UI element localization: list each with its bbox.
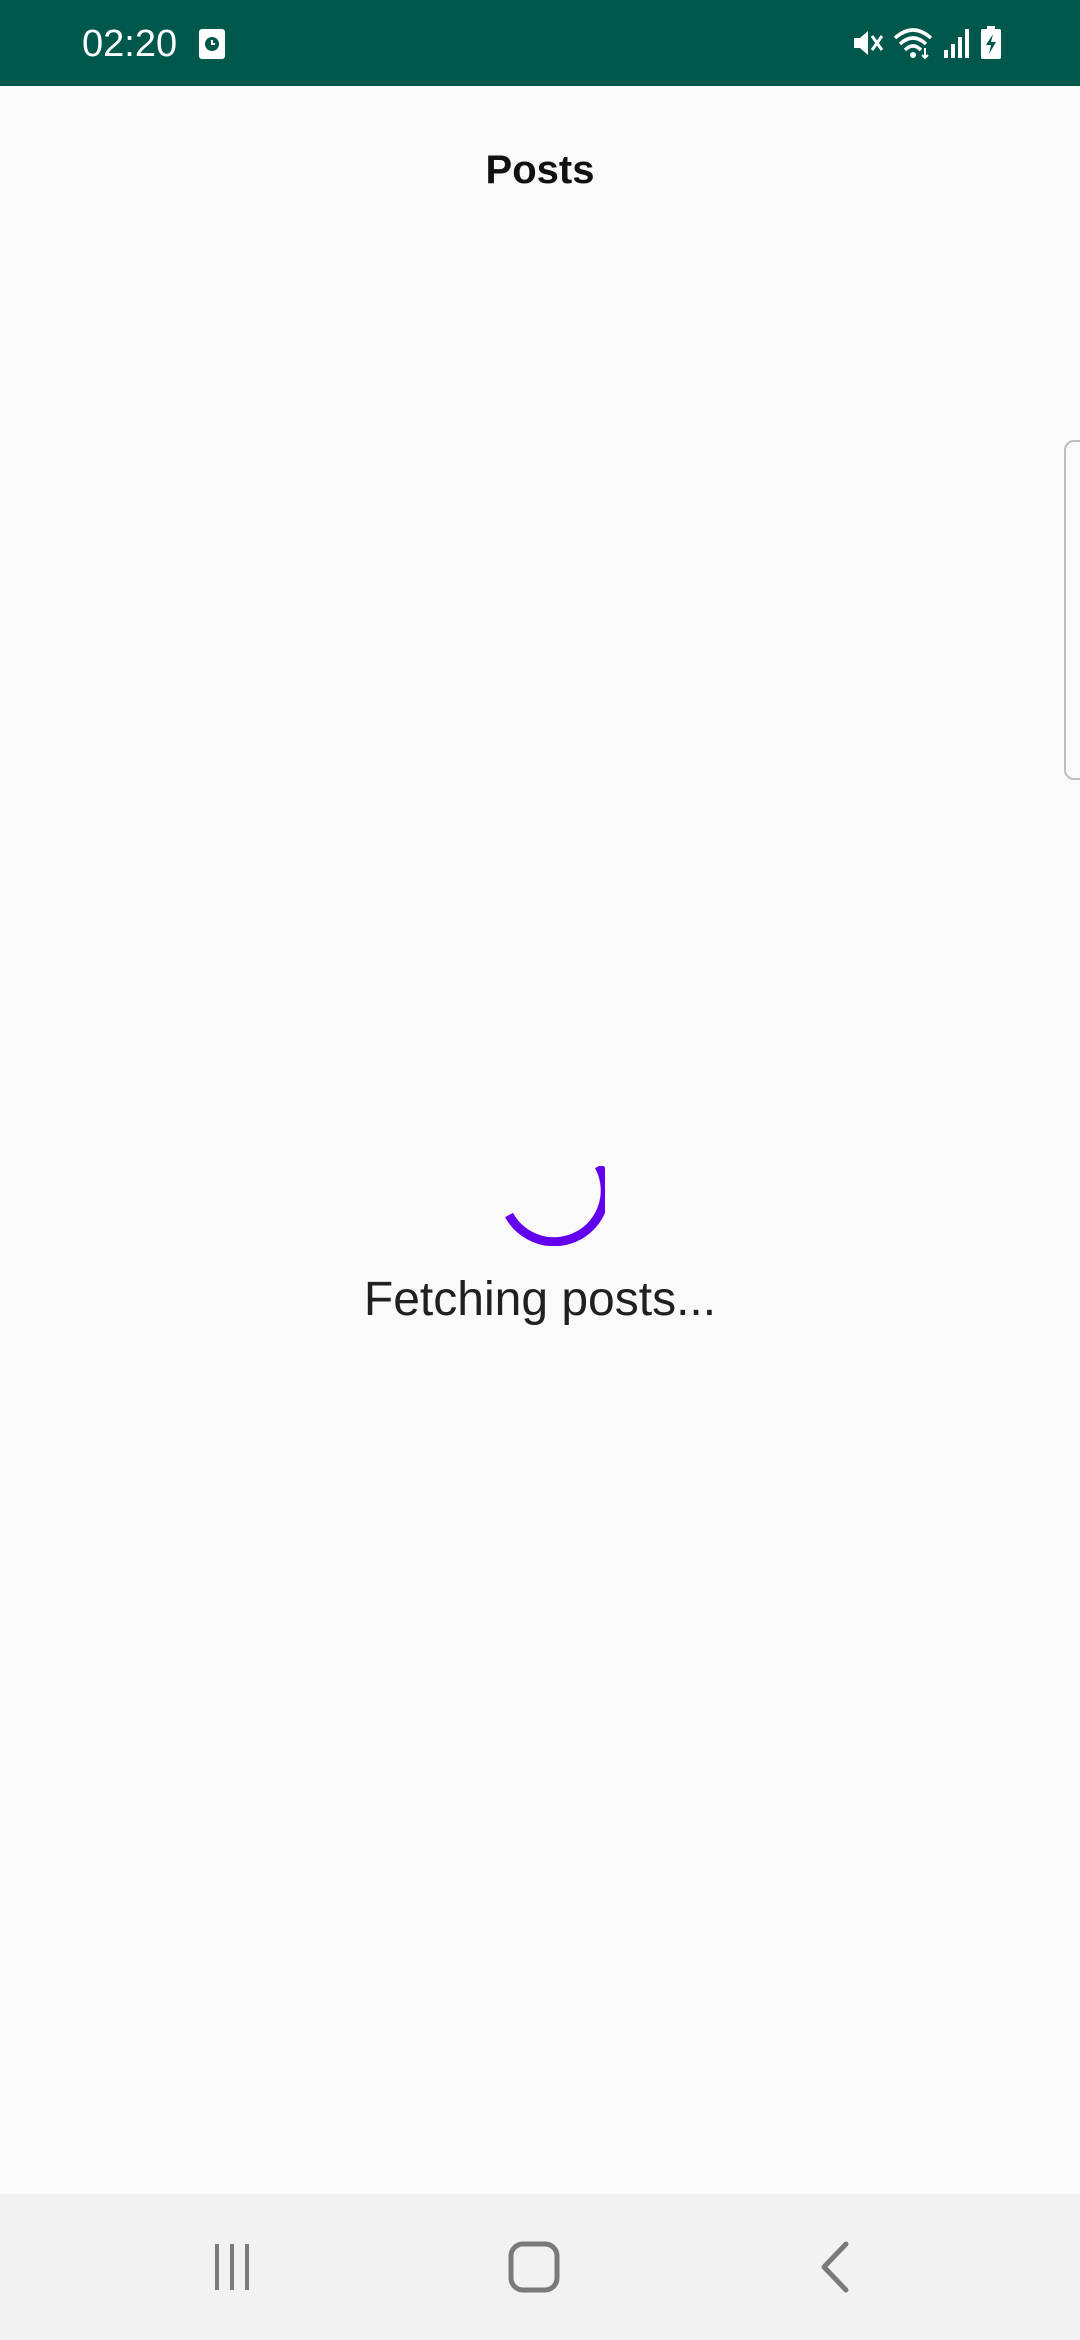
signal-icon	[942, 26, 972, 60]
battery-charging-icon	[980, 26, 1002, 60]
loading-message: Fetching posts...	[363, 1273, 717, 1326]
recents-button[interactable]	[132, 2194, 332, 2340]
wifi-icon	[892, 26, 934, 60]
app-bar: Posts	[0, 86, 1080, 258]
page-title: Posts	[485, 148, 595, 192]
mute-icon	[850, 26, 884, 60]
navigation-bar	[0, 2194, 1080, 2340]
home-button[interactable]	[434, 2194, 634, 2340]
back-button[interactable]	[736, 2194, 936, 2340]
status-time: 02:20	[82, 23, 178, 65]
edge-panel-handle[interactable]	[1064, 440, 1080, 780]
home-icon	[508, 2241, 560, 2293]
progress-spinner	[505, 1166, 605, 1246]
status-icons	[850, 24, 1002, 62]
recents-icon	[215, 2244, 249, 2290]
screen: 02:20 Posts Fetching posts...	[0, 0, 1080, 2340]
screen-time-icon	[198, 28, 226, 60]
back-icon	[821, 2241, 849, 2293]
status-bar: 02:20	[0, 0, 1080, 86]
